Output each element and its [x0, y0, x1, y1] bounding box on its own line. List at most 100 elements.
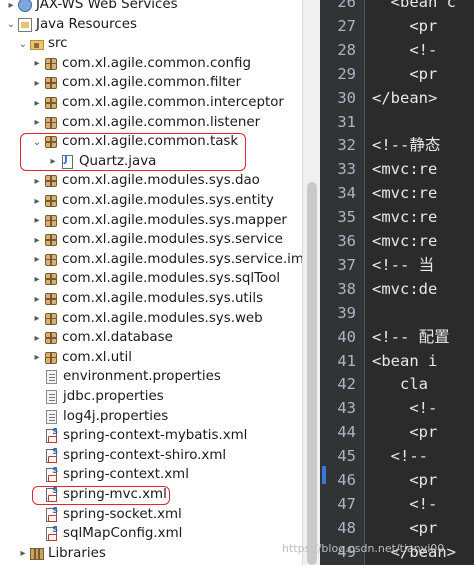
tree-item[interactable]: ▸ Quartz.java: [0, 152, 302, 172]
code-line[interactable]: <bean i: [372, 349, 437, 373]
code-line[interactable]: <pr: [372, 62, 437, 86]
code-line[interactable]: <bean c: [372, 0, 456, 14]
line-number: 35: [337, 208, 356, 227]
package-icon: [45, 97, 57, 109]
tree-item-label: JAX-WS Web Services: [36, 0, 178, 12]
xml-file-icon: [46, 427, 58, 444]
code-line[interactable]: <mvc:re: [372, 181, 437, 205]
tree-item[interactable]: ▸ com.xl.agile.common.config: [0, 54, 302, 74]
tree-item[interactable]: ▸ com.xl.agile.modules.sys.entity: [0, 191, 302, 211]
expand-toggle-icon[interactable]: ▸: [30, 171, 44, 191]
code-line[interactable]: <!-- 当: [372, 253, 434, 277]
expand-toggle-icon[interactable]: ▸: [30, 211, 44, 231]
expand-toggle-icon[interactable]: ▸: [30, 250, 44, 270]
tree-item-label: com.xl.agile.modules.sys.mapper: [62, 212, 287, 228]
package-icon: [45, 312, 57, 325]
expand-toggle-icon[interactable]: ▸: [30, 289, 44, 309]
code-line[interactable]: </bean>: [372, 86, 437, 110]
tree-item[interactable]: ▸ com.xl.agile.modules.sys.mapper: [0, 211, 302, 231]
tree-item[interactable]: ▸ com.xl.agile.common.filter: [0, 73, 302, 93]
code-line[interactable]: <pr: [372, 468, 437, 492]
expand-toggle-icon[interactable]: ▸: [46, 152, 60, 172]
expand-toggle-icon[interactable]: ▸: [30, 93, 44, 113]
web-services-icon: [18, 0, 32, 12]
tree-item[interactable]: ▸ com.xl.agile.common.listener: [0, 113, 302, 133]
code-line[interactable]: <!-: [372, 492, 437, 516]
xml-file-icon: [46, 466, 58, 483]
tree-item[interactable]: ⌄ com.xl.agile.common.task: [0, 132, 302, 152]
expand-toggle-icon[interactable]: ▸: [30, 54, 44, 74]
tree-item-label: com.xl.agile.common.listener: [62, 114, 261, 130]
code-line[interactable]: <pr: [372, 14, 437, 38]
tree-item[interactable]: spring-context-shiro.xml: [0, 446, 302, 466]
code-line[interactable]: <mvc:de: [372, 277, 437, 301]
tree-item[interactable]: jdbc.properties: [0, 387, 302, 407]
source-folder-icon: [30, 40, 44, 51]
line-number: 34: [337, 184, 356, 203]
tree-item[interactable]: ▸ com.xl.agile.modules.sys.web: [0, 309, 302, 329]
code-line[interactable]: <!-- 配置: [372, 325, 450, 349]
tree-item[interactable]: ⌄ Java Resources: [0, 15, 302, 35]
code-line[interactable]: <!--: [372, 444, 428, 468]
line-number: 44: [337, 423, 356, 442]
package-icon: [45, 175, 57, 188]
code-line[interactable]: cla: [372, 372, 428, 396]
package-icon: [45, 214, 57, 227]
tree-item[interactable]: spring-context-mybatis.xml: [0, 426, 302, 446]
tree-item[interactable]: ▸ com.xl.agile.modules.sys.dao: [0, 171, 302, 191]
expand-toggle-icon[interactable]: ▸: [30, 230, 44, 250]
expand-toggle-icon[interactable]: ▸: [30, 348, 44, 368]
code-line[interactable]: <!-: [372, 38, 437, 62]
tree-item[interactable]: ⌄ src: [0, 34, 302, 54]
collapse-toggle-icon[interactable]: ⌄: [16, 34, 30, 54]
tree-item[interactable]: environment.properties: [0, 367, 302, 387]
code-line[interactable]: <!-: [372, 396, 437, 420]
tree-item-label: spring-context-mybatis.xml: [63, 428, 248, 444]
expand-toggle-icon[interactable]: ▸: [4, 0, 18, 15]
xml-file-icon: [46, 447, 58, 463]
expand-toggle-icon[interactable]: ▸: [30, 113, 44, 133]
expand-toggle-icon[interactable]: ▸: [16, 544, 30, 564]
collapse-toggle-icon[interactable]: ⌄: [4, 15, 18, 35]
tree-item[interactable]: ▸ JAX-WS Web Services: [0, 0, 302, 15]
project-explorer: ▸ JAX-WS Web Services ⌄ Java Resources ⌄ src ▸…: [0, 0, 302, 565]
expand-toggle-icon[interactable]: ▸: [30, 328, 44, 348]
code-line[interactable]: <mvc:re: [372, 205, 437, 229]
tree-item[interactable]: ▸ com.xl.agile.modules.sys.utils: [0, 289, 302, 309]
tree-item[interactable]: log4j.properties: [0, 407, 302, 427]
code-editor[interactable]: 26 27 28 29 30 31 32 33 34 35 36 37 38 39 40 41 42 43 44 45…: [320, 0, 474, 565]
explorer-scrollbar-thumb[interactable]: [307, 182, 317, 565]
package-icon: [45, 57, 57, 70]
code-line[interactable]: <mvc:re: [372, 157, 437, 181]
code-line[interactable]: <mvc:re: [372, 229, 437, 253]
code-line[interactable]: <pr: [372, 420, 437, 444]
collapse-toggle-icon[interactable]: ⌄: [30, 132, 44, 152]
tree-item-label: Libraries: [48, 545, 106, 561]
explorer-scrollbar[interactable]: [302, 0, 320, 565]
code-line[interactable]: <pr: [372, 516, 437, 540]
tree-item[interactable]: ▸ com.xl.database: [0, 328, 302, 348]
tree-item-label: log4j.properties: [63, 408, 169, 424]
tree-item[interactable]: spring-socket.xml: [0, 505, 302, 525]
tree-item[interactable]: spring-context.xml: [0, 465, 302, 485]
code-line[interactable]: <!--静态: [372, 133, 440, 157]
tree-item[interactable]: ▸ com.xl.agile.modules.sys.service.impl: [0, 250, 302, 270]
tree-item[interactable]: ▸ com.xl.agile.common.interceptor: [0, 93, 302, 113]
tree-item[interactable]: spring-mvc.xml: [0, 485, 302, 505]
tree-item[interactable]: sqlMapConfig.xml: [0, 524, 302, 544]
expand-toggle-icon[interactable]: ▸: [30, 309, 44, 329]
expand-toggle-icon[interactable]: ▸: [30, 269, 44, 289]
tree-item[interactable]: ▸ com.xl.agile.modules.sys.service: [0, 230, 302, 250]
tree-item[interactable]: ▸ com.xl.agile.modules.sys.sqlTool: [0, 269, 302, 289]
line-number: 29: [337, 64, 356, 83]
expand-toggle-icon[interactable]: ▸: [30, 73, 44, 93]
tree-item[interactable]: ▸ com.xl.util: [0, 348, 302, 368]
tree-item-label: Quartz.java: [79, 153, 157, 169]
expand-toggle-icon[interactable]: ▸: [30, 191, 44, 211]
tree-item[interactable]: ▸ Libraries: [0, 544, 302, 564]
tree-item-label: com.xl.agile.modules.sys.sqlTool: [62, 271, 281, 287]
tree-item-label: spring-mvc.xml: [63, 487, 167, 502]
